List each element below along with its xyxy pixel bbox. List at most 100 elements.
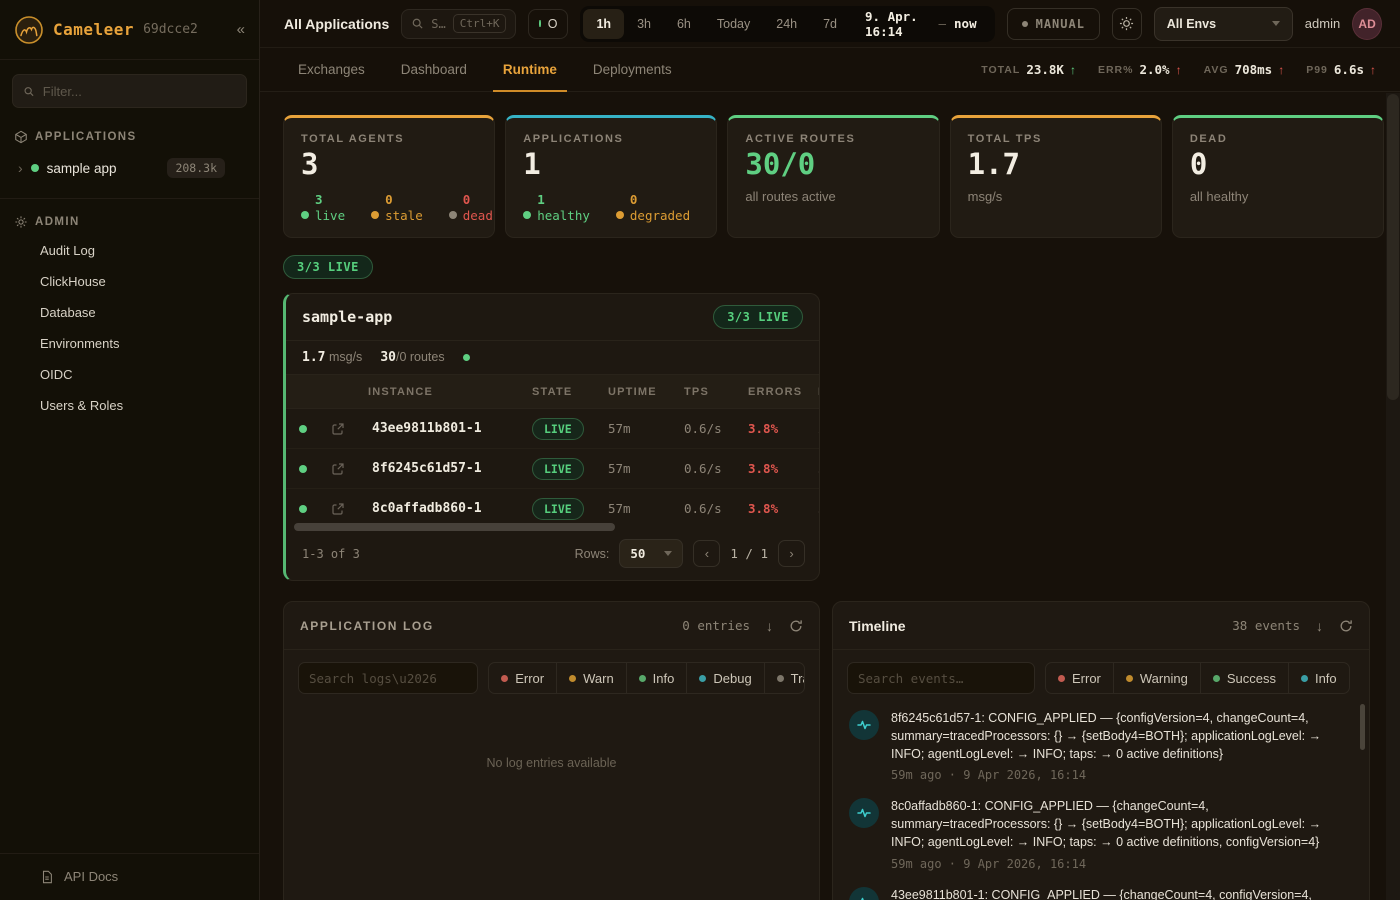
uptime-value: 57m bbox=[592, 501, 668, 516]
sidebar-filter-field[interactable] bbox=[43, 84, 236, 99]
activity-pulse-icon bbox=[849, 798, 879, 828]
page-indicator: 1 / 1 bbox=[730, 546, 768, 561]
filter-info[interactable]: Info bbox=[627, 663, 688, 693]
manual-label: MANUAL bbox=[1036, 17, 1085, 31]
tab-runtime[interactable]: Runtime bbox=[489, 48, 571, 91]
time-range-1h[interactable]: 1h bbox=[583, 9, 624, 39]
column-heap[interactable]: H bbox=[802, 386, 819, 398]
filter-error[interactable]: Error bbox=[1046, 663, 1114, 693]
time-range-today[interactable]: Today bbox=[704, 9, 763, 39]
time-range-display[interactable]: 9. Apr. 16:14 – now bbox=[850, 9, 992, 39]
table-row[interactable]: 8f6245c61d57-1 LIVE 57m 0.6/s 3.8% 5 bbox=[286, 449, 819, 489]
online-status-pill[interactable]: O bbox=[528, 9, 568, 39]
prev-page-button[interactable]: ‹ bbox=[693, 540, 720, 567]
column-tps[interactable]: TPS bbox=[668, 386, 732, 398]
sidebar-item-oidc[interactable]: OIDC bbox=[0, 359, 259, 390]
metric-label: ERR% bbox=[1098, 64, 1134, 76]
env-select-value: All Envs bbox=[1167, 17, 1216, 31]
column-instance[interactable]: INSTANCE bbox=[356, 386, 516, 398]
instance-id: 8c0affadb860-1 bbox=[356, 501, 516, 516]
card-title: DEAD bbox=[1190, 133, 1366, 145]
download-icon[interactable]: ↓ bbox=[1316, 618, 1323, 634]
status-dot bbox=[449, 211, 457, 219]
timeline-scrollbar-thumb[interactable] bbox=[1360, 704, 1365, 750]
tabs-bar: Exchanges Dashboard Runtime Deployments … bbox=[260, 48, 1400, 92]
filter-error[interactable]: Error bbox=[489, 663, 557, 693]
filter-debug[interactable]: Debug bbox=[687, 663, 764, 693]
sidebar-collapse-button[interactable]: « bbox=[237, 21, 245, 38]
card-subtitle: all healthy bbox=[1190, 189, 1366, 204]
external-link-icon[interactable] bbox=[320, 462, 356, 476]
applications-section-header: APPLICATIONS bbox=[0, 114, 259, 150]
env-select[interactable]: All Envs bbox=[1154, 7, 1293, 41]
expand-chevron-icon[interactable]: › bbox=[18, 160, 23, 176]
next-page-button[interactable]: › bbox=[778, 540, 805, 567]
heap-value: 2 bbox=[802, 421, 819, 436]
time-range-7d[interactable]: 7d bbox=[810, 9, 850, 39]
sidebar-item-users-roles[interactable]: Users & Roles bbox=[0, 390, 259, 421]
avatar[interactable]: AD bbox=[1352, 8, 1382, 40]
filter-warn[interactable]: Warn bbox=[557, 663, 627, 693]
log-search-input[interactable] bbox=[298, 662, 478, 694]
time-range-24h[interactable]: 24h bbox=[763, 9, 810, 39]
filter-warning[interactable]: Warning bbox=[1114, 663, 1201, 693]
manual-refresh-button[interactable]: MANUAL bbox=[1007, 8, 1100, 40]
substat-degraded: 0 degraded bbox=[616, 192, 690, 223]
timeline-event[interactable]: 8c0affadb860-1: CONFIG_APPLIED — {change… bbox=[849, 798, 1351, 870]
metric-value: 708ms bbox=[1235, 62, 1273, 77]
api-docs-link[interactable]: API Docs bbox=[0, 853, 259, 900]
horizontal-scrollbar-thumb[interactable] bbox=[294, 523, 615, 531]
main-area: All Applications S… Ctrl+K O 1h 3h 6h To… bbox=[260, 0, 1400, 900]
table-row[interactable]: 43ee9811b801-1 LIVE 57m 0.6/s 3.8% 2 bbox=[286, 409, 819, 449]
page-scrollbar[interactable] bbox=[1386, 93, 1400, 900]
timeline-event[interactable]: 43ee9811b801-1: CONFIG_APPLIED — {change… bbox=[849, 887, 1351, 900]
filter-info[interactable]: Info bbox=[1289, 663, 1349, 693]
timeline-search-field[interactable] bbox=[858, 671, 1024, 686]
header-metrics: TOTAL 23.8K ↑ ERR% 2.0% ↑ AVG 708ms ↑ P9… bbox=[981, 48, 1376, 91]
column-uptime[interactable]: UPTIME bbox=[592, 386, 668, 398]
log-search-field[interactable] bbox=[309, 671, 467, 686]
table-row[interactable]: 8c0affadb860-1 LIVE 57m 0.6/s 3.8% 5 bbox=[286, 489, 819, 521]
sidebar-filter-input[interactable] bbox=[12, 74, 247, 108]
app-panel-header[interactable]: sample-app 3/3 LIVE bbox=[286, 294, 819, 341]
time-range-3h[interactable]: 3h bbox=[624, 9, 664, 39]
sidebar-item-database[interactable]: Database bbox=[0, 297, 259, 328]
info-dot bbox=[1301, 675, 1308, 682]
filter-trace[interactable]: Trace bbox=[765, 663, 805, 693]
tab-exchanges[interactable]: Exchanges bbox=[284, 48, 379, 91]
timeline-search-input[interactable] bbox=[847, 662, 1035, 694]
global-search[interactable]: S… Ctrl+K bbox=[401, 9, 516, 39]
timeline-event[interactable]: 8f6245c61d57-1: CONFIG_APPLIED — {config… bbox=[849, 710, 1351, 782]
sidebar-item-sample-app[interactable]: › sample app 208.3k bbox=[0, 150, 259, 186]
rows-per-page-select[interactable]: 50 bbox=[619, 539, 683, 568]
admin-section-header: ADMIN bbox=[0, 199, 259, 235]
sidebar-item-audit-log[interactable]: Audit Log bbox=[0, 235, 259, 266]
topbar: All Applications S… Ctrl+K O 1h 3h 6h To… bbox=[260, 0, 1400, 48]
column-errors[interactable]: ERRORS bbox=[732, 386, 802, 398]
external-link-icon[interactable] bbox=[320, 422, 356, 436]
app-tps-value: 1.7 bbox=[302, 350, 325, 365]
column-state[interactable]: STATE bbox=[516, 386, 592, 398]
status-dot bbox=[716, 211, 717, 219]
sidebar-item-clickhouse[interactable]: ClickHouse bbox=[0, 266, 259, 297]
table-footer: 1-3 of 3 Rows: 50 ‹ 1 / 1 › bbox=[286, 531, 819, 580]
filter-success[interactable]: Success bbox=[1201, 663, 1289, 693]
refresh-icon[interactable] bbox=[789, 619, 803, 633]
app-title: Cameleer bbox=[53, 20, 134, 39]
refresh-icon[interactable] bbox=[1339, 619, 1353, 633]
sidebar-item-environments[interactable]: Environments bbox=[0, 328, 259, 359]
tab-dashboard[interactable]: Dashboard bbox=[387, 48, 481, 91]
log-empty-message: No log entries available bbox=[284, 756, 819, 770]
page-scrollbar-thumb[interactable] bbox=[1387, 94, 1399, 400]
download-icon[interactable]: ↓ bbox=[766, 618, 773, 634]
theme-toggle-button[interactable] bbox=[1112, 8, 1142, 40]
tps-value: 0.6/s bbox=[668, 501, 732, 516]
card-title: TOTAL TPS bbox=[968, 133, 1144, 145]
app-routes-value: 30 bbox=[380, 350, 396, 365]
time-separator: – bbox=[938, 16, 946, 31]
tab-deployments[interactable]: Deployments bbox=[579, 48, 686, 91]
card-value: 1 bbox=[523, 150, 699, 179]
time-range-6h[interactable]: 6h bbox=[664, 9, 704, 39]
external-link-icon[interactable] bbox=[320, 502, 356, 516]
content: TOTAL AGENTS 3 3 live bbox=[260, 92, 1400, 900]
